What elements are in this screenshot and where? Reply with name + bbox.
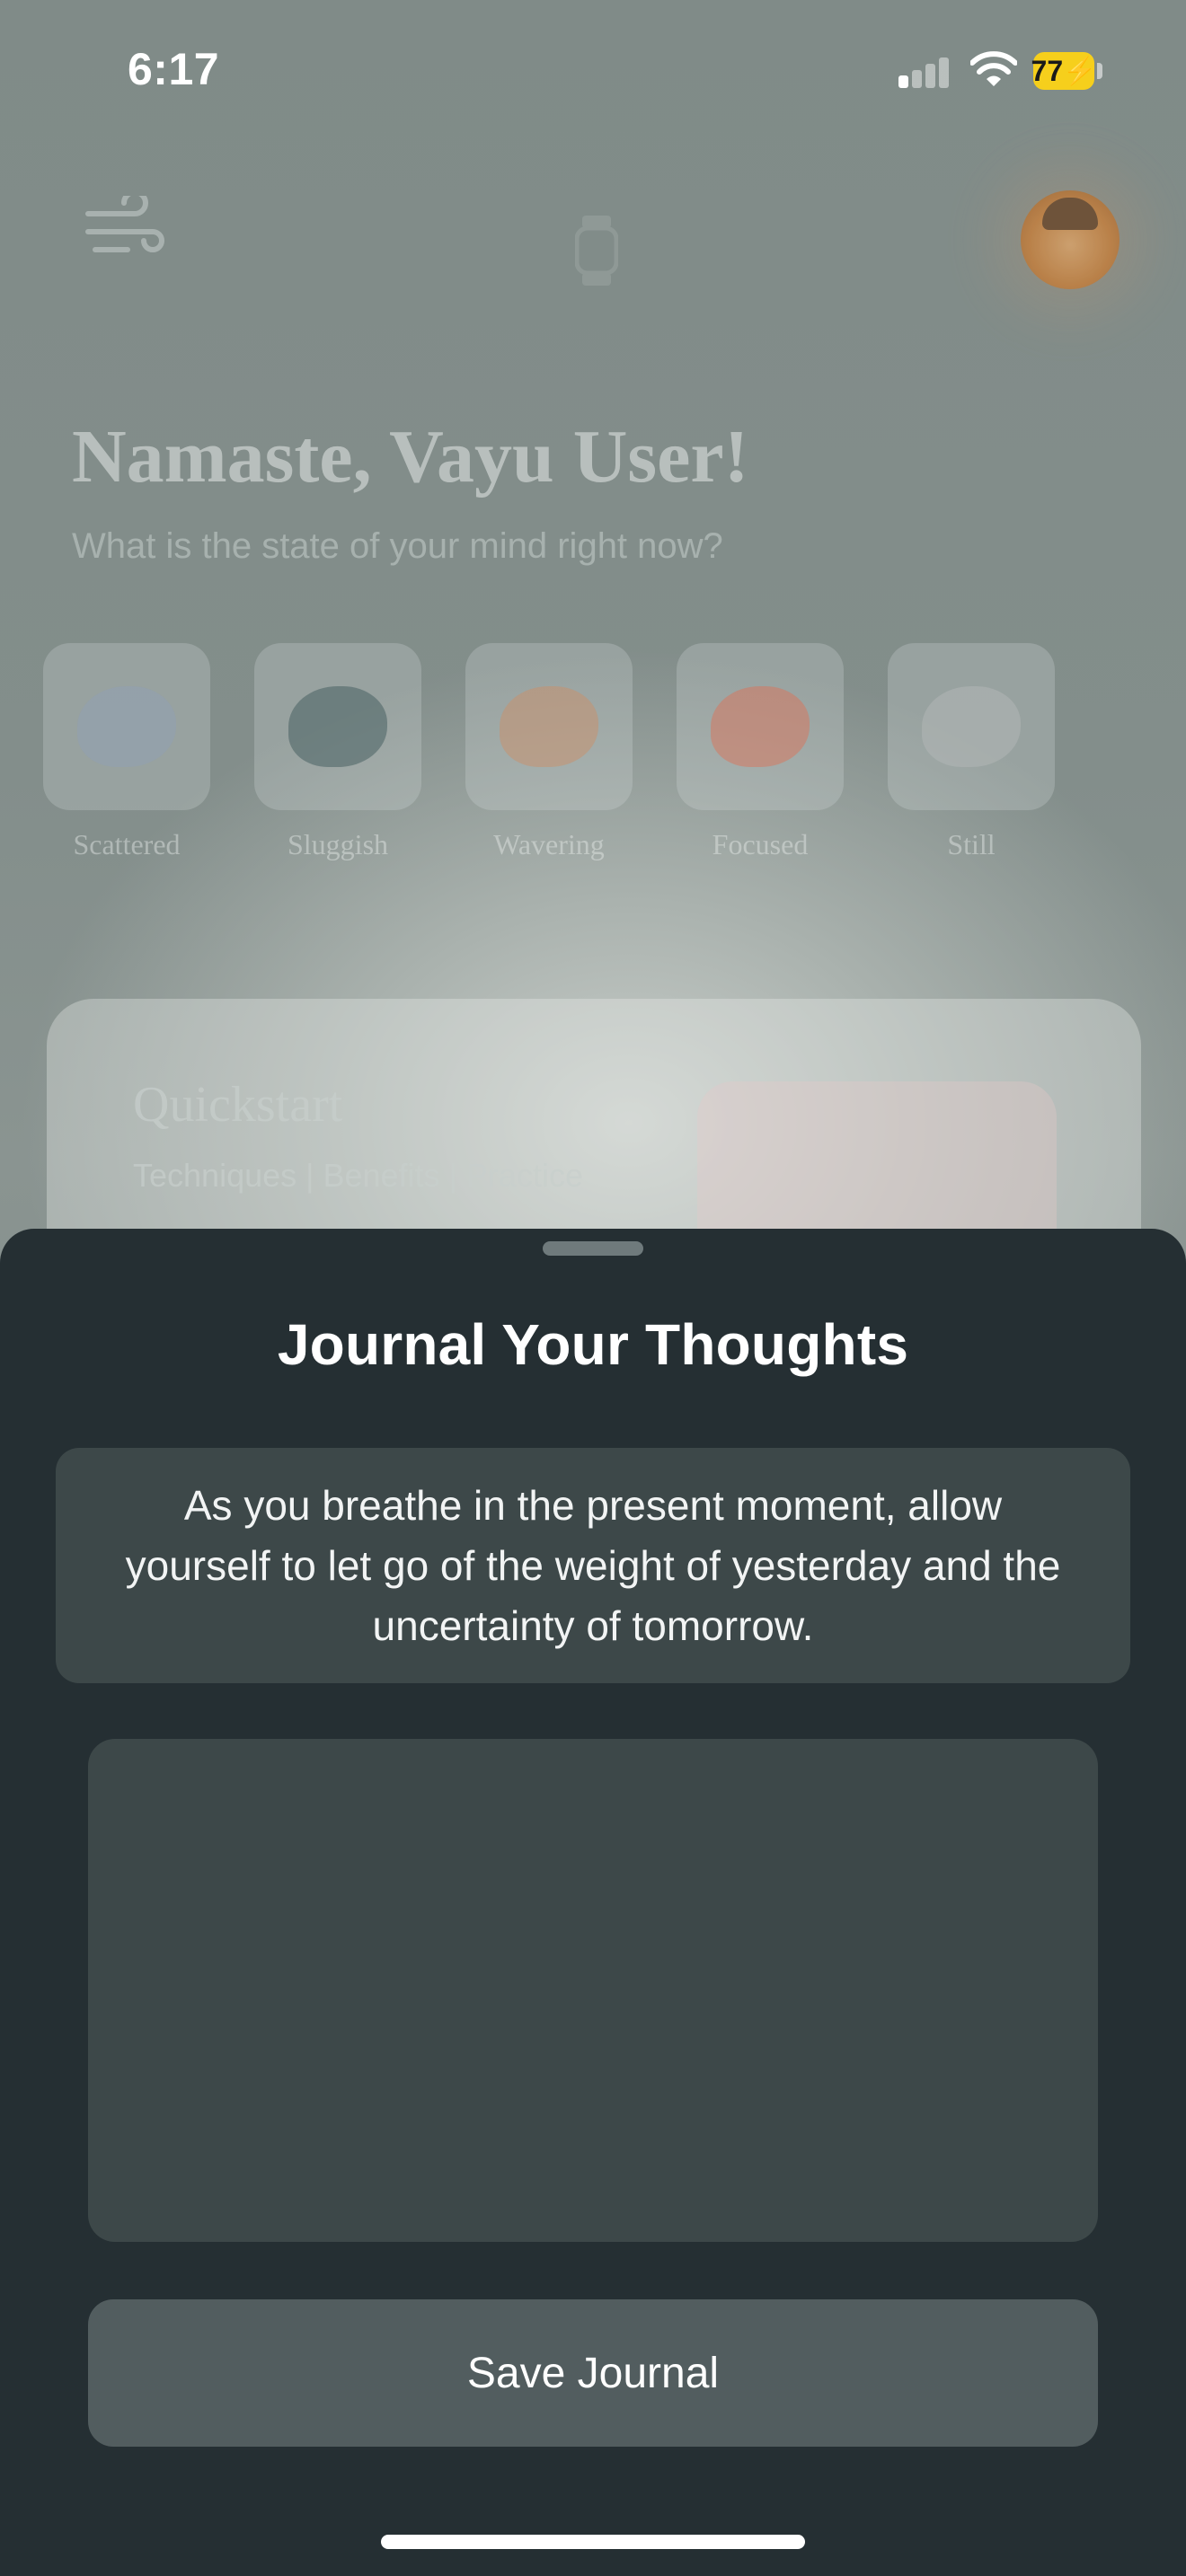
mood-tile [465, 643, 633, 810]
quote-text: As you breathe in the present moment, al… [125, 1481, 1061, 1649]
mood-label: Scattered [73, 828, 181, 860]
quote-card: As you breathe in the present moment, al… [56, 1448, 1130, 1683]
sheet-title: Journal Your Thoughts [277, 1312, 909, 1377]
scattered-icon [77, 686, 176, 767]
watch-icon[interactable] [575, 216, 618, 286]
mood-label: Still [947, 828, 996, 860]
mood-focused[interactable]: Focused [677, 643, 844, 861]
mood-sluggish[interactable]: Sluggish [254, 643, 421, 861]
mood-label: Wavering [493, 828, 605, 860]
mood-still[interactable]: Still [888, 643, 1055, 861]
cellular-signal-icon [898, 56, 951, 88]
home-indicator[interactable] [381, 2535, 805, 2549]
greeting-title: Namaste, Vayu User! [72, 415, 749, 498]
still-icon [922, 686, 1021, 767]
journal-sheet: Journal Your Thoughts As you breathe in … [0, 1229, 1186, 2576]
wind-icon[interactable] [83, 196, 165, 268]
quickstart-title: Quickstart [133, 1077, 343, 1133]
mood-label: Focused [712, 828, 809, 860]
mood-tile [43, 643, 210, 810]
mood-tile [677, 643, 844, 810]
mood-wavering[interactable]: Wavering [465, 643, 633, 861]
sheet-grabber[interactable] [543, 1241, 643, 1256]
wavering-icon [500, 686, 598, 767]
wifi-icon [970, 51, 1017, 86]
mood-tile [254, 643, 421, 810]
mood-tile [888, 643, 1055, 810]
battery-icon: 77 ⚡ [1031, 52, 1097, 90]
battery-nub [1097, 63, 1102, 79]
charging-bolt-icon: ⚡ [1063, 56, 1097, 86]
sluggish-icon [288, 686, 387, 767]
quickstart-subtitle: Techniques | Benefits | Practice [133, 1157, 583, 1194]
focused-icon [711, 686, 810, 767]
home-screen-background: Namaste, Vayu User! What is the state of… [0, 0, 1186, 1297]
save-journal-button[interactable]: Save Journal [88, 2299, 1098, 2447]
mood-scattered[interactable]: Scattered [43, 643, 210, 861]
status-time: 6:17 [128, 44, 220, 94]
mood-label: Sluggish [287, 828, 389, 860]
mood-prompt: What is the state of your mind right now… [72, 526, 723, 566]
mood-selector: Scattered Sluggish Wavering Focused Stil… [43, 643, 1058, 877]
avatar[interactable] [1021, 190, 1120, 289]
battery-level: 77 [1031, 54, 1064, 87]
app-screen: Namaste, Vayu User! What is the state of… [0, 0, 1186, 2576]
journal-text-input[interactable] [88, 1739, 1098, 2242]
